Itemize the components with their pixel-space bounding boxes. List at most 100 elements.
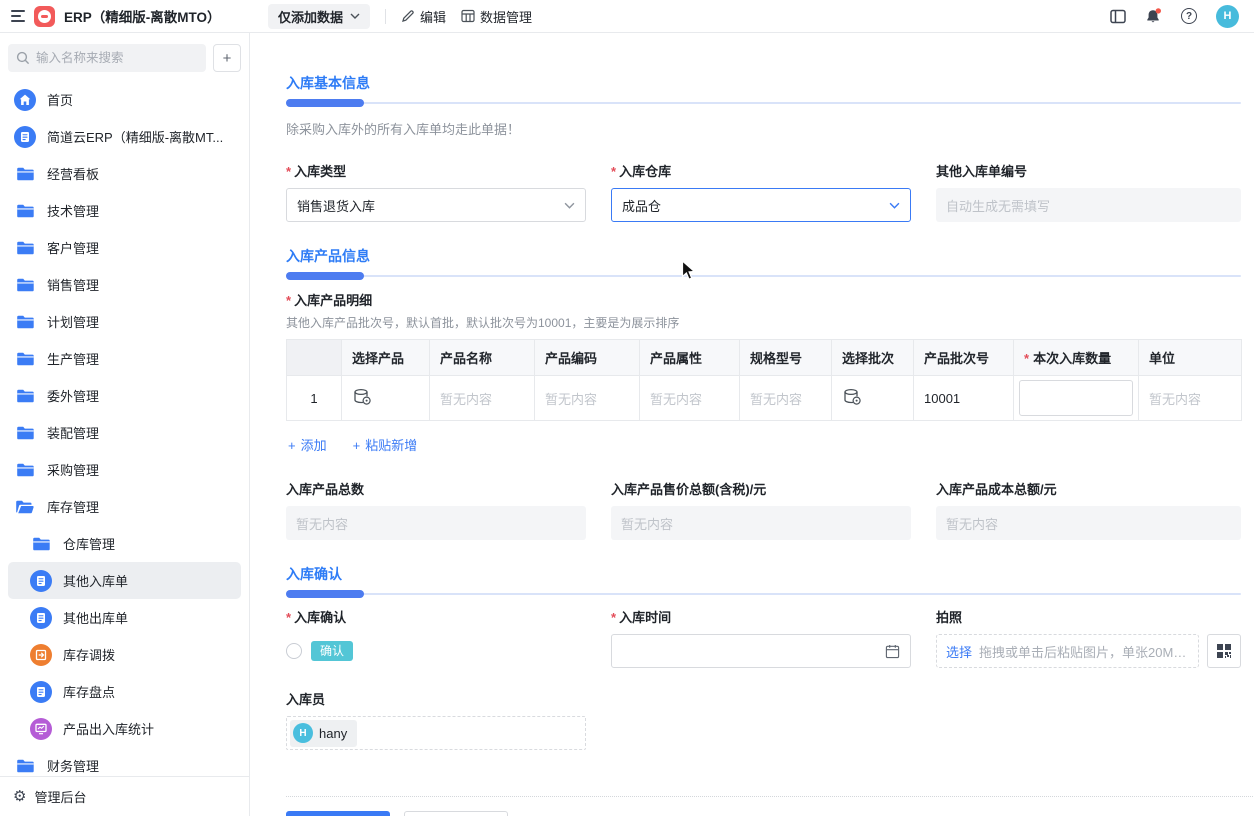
sidebar-item[interactable]: 财务管理 [8, 747, 241, 776]
photo-capture-button[interactable] [1207, 634, 1241, 668]
database-picker-icon[interactable] [352, 387, 372, 407]
cell-empty: 暂无内容 [1138, 375, 1242, 421]
transfer-icon [30, 643, 52, 666]
app-title: ERP（精细版-离散MTO） [64, 10, 221, 25]
field-operator: 入库员 H hany [286, 692, 1240, 750]
user-avatar[interactable]: H [1216, 4, 1239, 28]
toolbar-divider [385, 8, 387, 24]
field-inbound-time: 入库时间 [611, 610, 911, 668]
photo-label: 拍照 [936, 610, 963, 625]
table-row: 1 暂无内容 暂无内容 暂无内容 暂无内容 10001 暂无内容 [286, 375, 1242, 421]
folder-icon [14, 204, 36, 218]
column-header: 产品批次号 [913, 339, 1014, 376]
sidebar-item[interactable]: 技术管理 [8, 192, 241, 229]
sidebar-item[interactable]: 客户管理 [8, 229, 241, 266]
section-progress-bar [286, 272, 1241, 280]
photo-upload-hint: 拖拽或单击后粘贴图片，单张20MB... [979, 644, 1189, 660]
database-picker-icon[interactable] [842, 387, 862, 407]
sidebar-item-label: 其他入库单 [63, 574, 129, 589]
section-progress-bar [286, 590, 1241, 598]
add-data-mode-button[interactable]: 仅添加数据 [268, 3, 371, 29]
sidebar-item[interactable]: 产品出入库统计 [8, 710, 241, 747]
total-cost-label: 入库产品成本总额/元 [936, 482, 1057, 497]
inbound-type-select[interactable]: 销售退货入库 [286, 188, 586, 222]
sidebar-item[interactable]: 其他入库单 [8, 562, 241, 599]
cell-text: 10001 [913, 375, 1014, 421]
app-logo-icon [34, 5, 55, 27]
sidebar-item[interactable]: 库存调拨 [8, 636, 241, 673]
add-app-button[interactable]: + [213, 44, 241, 72]
sidebar-item[interactable]: 简道云ERP（精细版-离散MT... [8, 118, 241, 155]
sidebar-item[interactable]: 经营看板 [8, 155, 241, 192]
folder-icon [14, 426, 36, 440]
table-actions: + 添加 + 粘贴新增 [288, 435, 1240, 454]
column-header: 单位 [1138, 339, 1242, 376]
search-box[interactable] [8, 44, 206, 72]
edit-label: 编辑 [420, 9, 447, 25]
edit-button[interactable]: 编辑 [401, 7, 446, 26]
inbound-time-input[interactable] [611, 634, 911, 668]
data-manage-button[interactable]: 数据管理 [461, 7, 532, 26]
sidebar-item-label: 采购管理 [47, 463, 100, 478]
operator-label: 入库员 [286, 692, 326, 707]
sidebar-item-label: 客户管理 [47, 241, 100, 256]
confirm-label: 入库确认 [286, 610, 586, 626]
operator-field[interactable]: H hany [286, 716, 586, 750]
plus-icon: + [288, 438, 296, 453]
admin-label: 管理后台 [34, 790, 87, 805]
sidebar-item[interactable]: 销售管理 [8, 266, 241, 303]
sidebar-item[interactable]: 仓库管理 [8, 525, 241, 562]
hamburger-menu-icon[interactable] [11, 10, 25, 22]
photo-select-link[interactable]: 选择 [946, 642, 972, 661]
confirm-radio[interactable] [286, 643, 302, 659]
sidebar-item[interactable]: 计划管理 [8, 303, 241, 340]
column-header: 产品编码 [534, 339, 640, 376]
warehouse-select[interactable]: 成品仓 [611, 188, 911, 222]
field-total-price: 入库产品售价总额(含税)/元 暂无内容 [611, 482, 911, 540]
sidebar-item-label: 产品出入库统计 [63, 722, 155, 737]
qty-input[interactable] [1019, 380, 1133, 416]
collapse-panel-icon[interactable] [1110, 9, 1126, 24]
sidebar-item[interactable]: 采购管理 [8, 451, 241, 488]
confirm-badge[interactable]: 确认 [311, 641, 354, 661]
operator-chip: H hany [290, 719, 358, 747]
sidebar-item[interactable]: 装配管理 [8, 414, 241, 451]
chart-icon [30, 717, 52, 740]
help-icon[interactable]: ? [1181, 8, 1197, 24]
pencil-icon [402, 10, 414, 22]
sidebar-nav: 首页 简道云ERP（精细版-离散MT... 经营看板 技术管理客户管理销售管理计划管理… [0, 81, 249, 776]
table-icon [461, 9, 475, 23]
field-photo: 拍照 选择 拖拽或单击后粘贴图片，单张20MB... [936, 610, 1241, 668]
paste-add-label: 粘贴新增 [365, 438, 418, 453]
photo-upload-area[interactable]: 选择 拖拽或单击后粘贴图片，单张20MB... [936, 634, 1199, 668]
cell-picker [831, 375, 914, 421]
column-header: 选择产品 [341, 339, 430, 376]
admin-entry[interactable]: ⚙ 管理后台 [0, 776, 249, 816]
warehouse-value: 成品仓 [622, 198, 662, 214]
sidebar-item[interactable]: 库存盘点 [8, 673, 241, 710]
sidebar-item[interactable]: 首页 [8, 81, 241, 118]
sidebar-item[interactable]: 委外管理 [8, 377, 241, 414]
inbound-type-value: 销售退货入库 [297, 198, 376, 214]
cell-empty: 暂无内容 [429, 375, 535, 421]
table-header-row: 选择产品 产品名称 产品编码 产品属性 规格型号 选择批次 产品批次号 * 本次入库数量 单位 [286, 339, 1242, 376]
operator-avatar: H [293, 723, 313, 743]
search-input[interactable] [36, 51, 198, 65]
section-desc: 除采购入库外的所有入库单均走此单据！ [286, 122, 521, 137]
total-count-label: 入库产品总数 [286, 482, 365, 497]
submit-button[interactable]: 提交 [286, 811, 390, 816]
field-total-cost: 入库产品成本总额/元 暂无内容 [936, 482, 1241, 540]
column-header: * 本次入库数量 [1013, 339, 1139, 376]
sidebar-item-label: 计划管理 [47, 315, 100, 330]
paste-add-link[interactable]: + 粘贴新增 [353, 435, 418, 454]
add-row-link[interactable]: + 添加 [288, 435, 327, 454]
notification-bell-icon[interactable] [1145, 8, 1162, 24]
section-title-product-info: 入库产品信息 [286, 248, 370, 264]
row-index: 1 [286, 375, 342, 421]
sidebar-item[interactable]: 库存管理 [8, 488, 241, 525]
sidebar-item[interactable]: 生产管理 [8, 340, 241, 377]
cell-empty: 暂无内容 [739, 375, 832, 421]
save-draft-button[interactable]: 保存草稿 [404, 811, 508, 816]
sidebar-item[interactable]: 其他出库单 [8, 599, 241, 636]
cell-empty: 暂无内容 [639, 375, 740, 421]
